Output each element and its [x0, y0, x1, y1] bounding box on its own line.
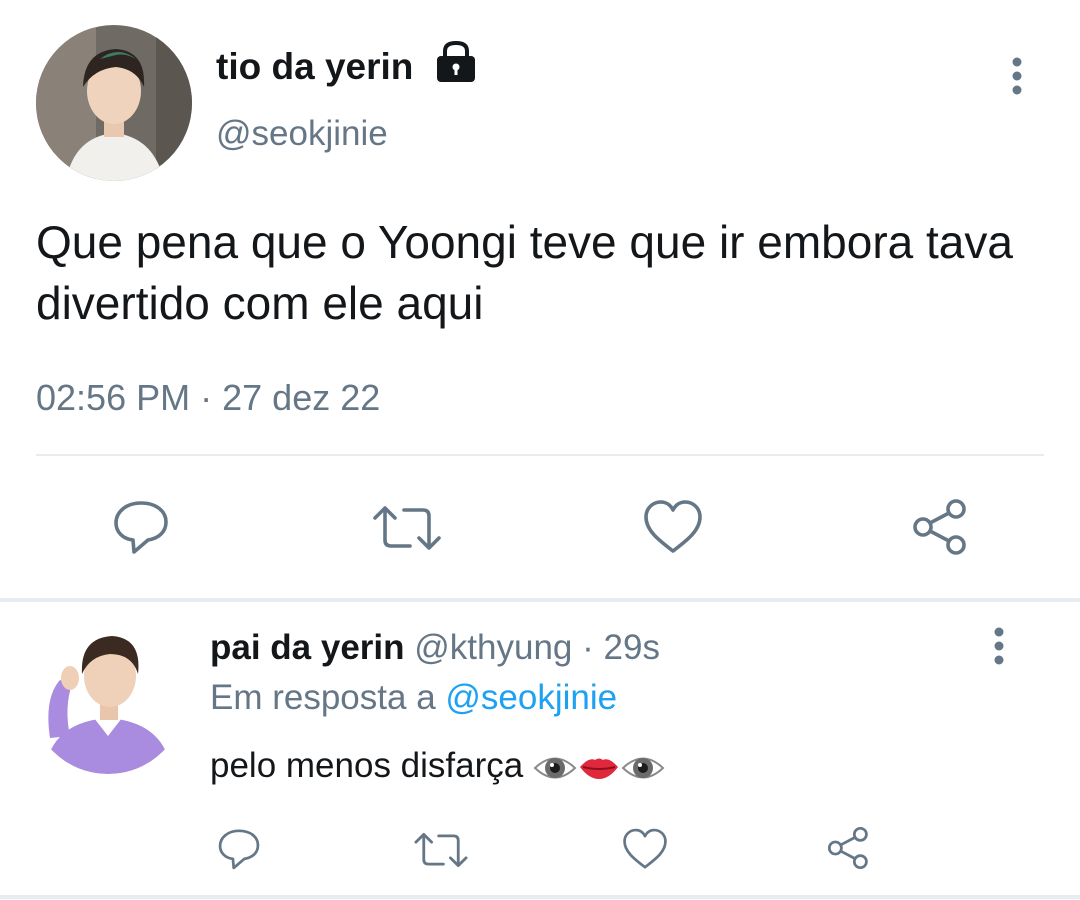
- more-options-icon[interactable]: [982, 626, 1016, 666]
- reply-icon: [114, 501, 168, 554]
- like-icon: [623, 828, 667, 869]
- display-name[interactable]: tio da yerin: [216, 44, 413, 90]
- like-button[interactable]: [640, 497, 706, 557]
- lips-emoji: [577, 751, 621, 785]
- share-button[interactable]: [824, 824, 874, 872]
- divider: [36, 454, 1044, 456]
- lock-icon: [434, 40, 478, 84]
- eye-emoji: [621, 751, 665, 785]
- like-button[interactable]: [620, 826, 670, 872]
- avatar[interactable]: [30, 618, 186, 774]
- tweet-timestamp[interactable]: 02:56 PM · 27 dez 22: [36, 376, 380, 420]
- meta-separator: ·: [200, 377, 213, 418]
- divider: [0, 895, 1080, 899]
- share-icon: [827, 826, 868, 870]
- user-handle[interactable]: @seokjinie: [216, 112, 388, 156]
- more-options-icon[interactable]: [1000, 56, 1034, 96]
- meta-separator: ·: [582, 628, 594, 667]
- avatar[interactable]: [36, 25, 192, 181]
- replying-handle-link[interactable]: @seokjinie: [445, 678, 617, 717]
- reply-text-content: pelo menos disfarça: [210, 746, 524, 785]
- user-handle[interactable]: @kthyung: [414, 628, 572, 667]
- retweet-icon: [414, 832, 468, 868]
- retweet-button[interactable]: [412, 828, 470, 872]
- reply-button[interactable]: [108, 497, 174, 557]
- reply-icon: [218, 829, 260, 870]
- retweet-button[interactable]: [370, 500, 444, 556]
- tweet-date: 27 dez 22: [222, 377, 381, 418]
- reply-button[interactable]: [214, 826, 264, 872]
- reply-text: pelo menos disfarça: [210, 744, 665, 788]
- eye-emoji: [533, 751, 577, 785]
- divider: [0, 598, 1080, 602]
- tweet-time: 02:56 PM: [36, 377, 191, 418]
- share-button[interactable]: [908, 496, 974, 558]
- share-icon: [913, 499, 966, 555]
- reply-header: pai da yerin @kthyung · 29s: [210, 626, 660, 670]
- replying-prefix: Em resposta a: [210, 678, 436, 717]
- replying-to: Em resposta a @seokjinie: [210, 676, 617, 720]
- display-name[interactable]: pai da yerin: [210, 628, 405, 667]
- reply-time[interactable]: 29s: [604, 628, 660, 667]
- like-icon: [644, 500, 702, 553]
- retweet-icon: [373, 506, 441, 550]
- tweet-text: Que pena que o Yoongi teve que ir embora…: [36, 216, 1013, 329]
